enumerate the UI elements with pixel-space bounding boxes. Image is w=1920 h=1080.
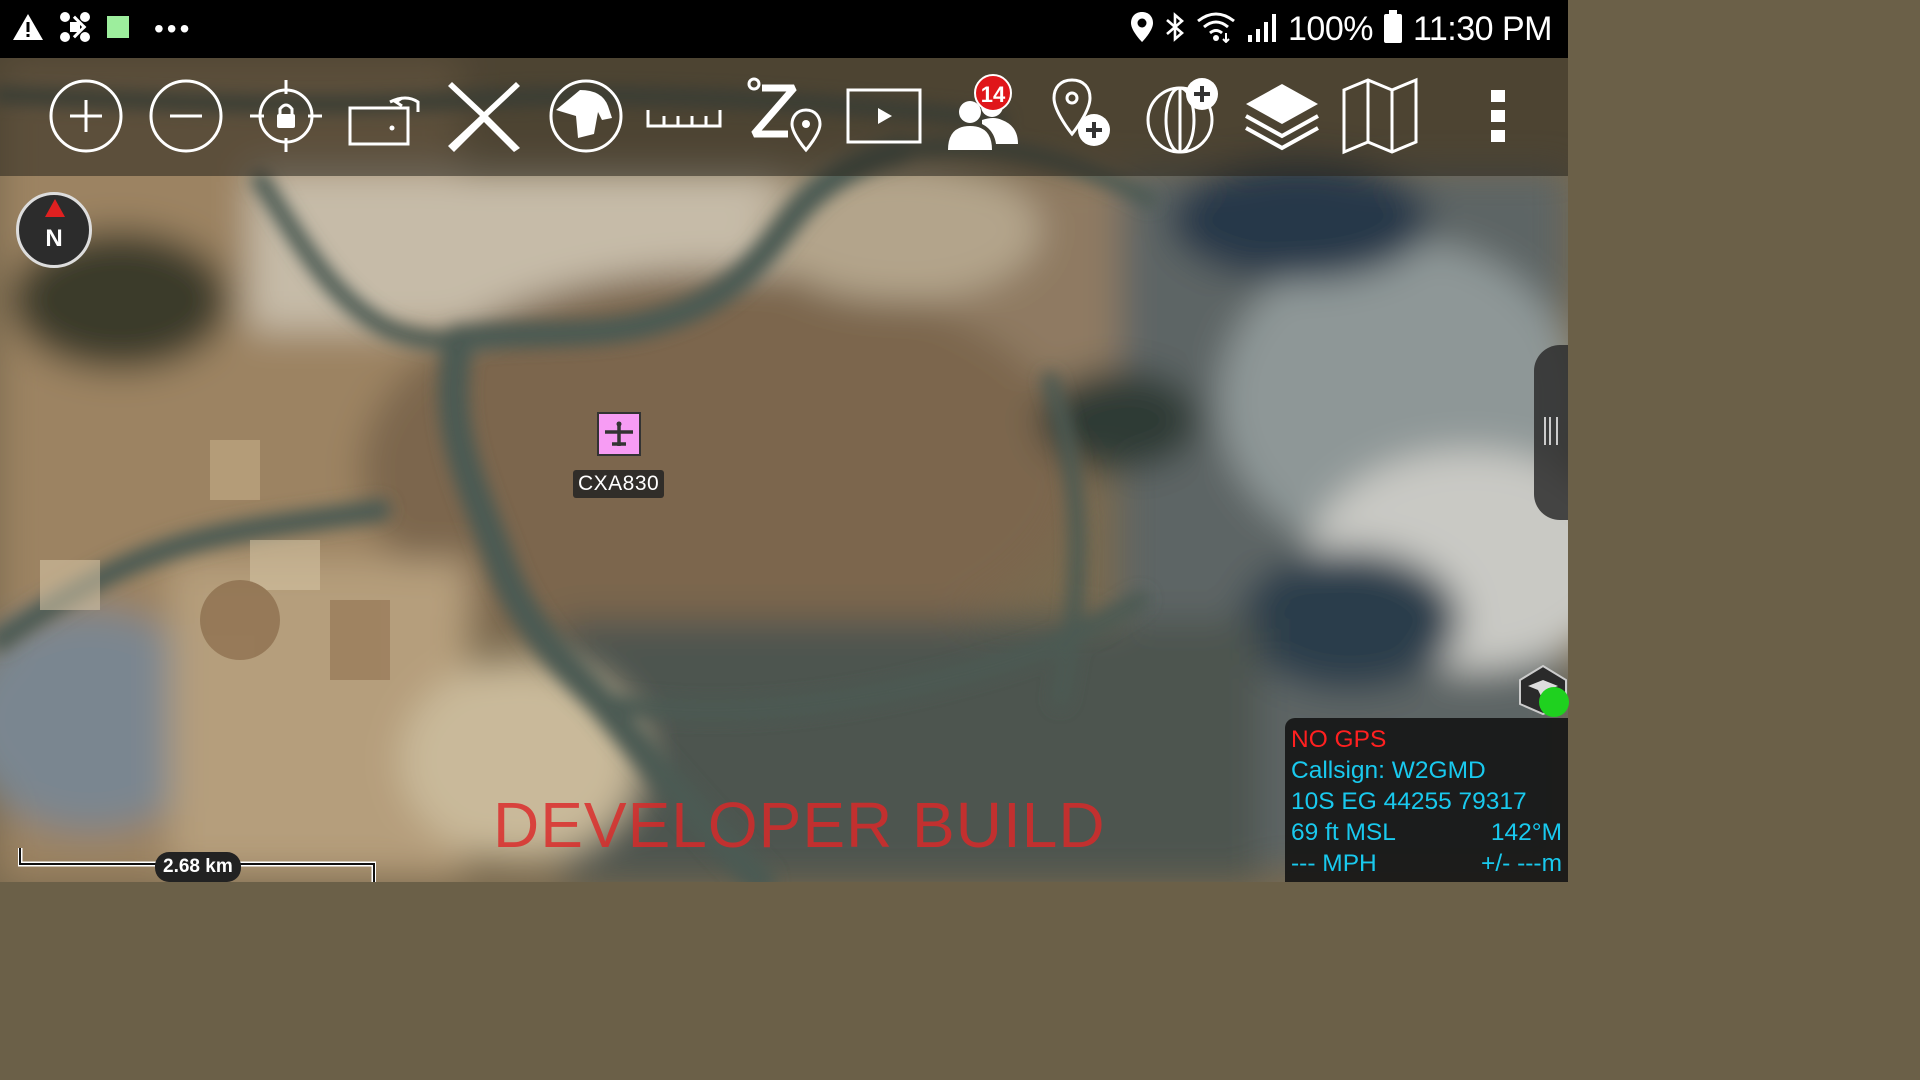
wifi-icon (1196, 11, 1236, 48)
battery-icon (1383, 9, 1403, 49)
measure-button[interactable] (644, 76, 724, 156)
contacts-button[interactable]: 14 (942, 74, 1022, 156)
drone-icon (58, 10, 92, 49)
battery-percent: 100% (1288, 9, 1373, 48)
add-overlay-button[interactable] (1142, 76, 1222, 156)
video-button[interactable] (844, 76, 924, 156)
bloodhound-icon (549, 79, 623, 153)
heading-text: 142°M (1490, 819, 1562, 846)
add-point-icon (1052, 78, 1110, 146)
compass-label: N (45, 225, 63, 252)
zoom-out-icon (149, 79, 223, 153)
contacts-badge: 14 (974, 74, 1012, 112)
layers-button[interactable] (1242, 76, 1322, 156)
gps-status: NO GPS (1291, 726, 1387, 753)
track-callsign-label[interactable]: CXA830 (573, 470, 665, 498)
warning-icon (12, 12, 44, 47)
go-to-button[interactable] (744, 76, 824, 156)
bluetooth-icon (1164, 11, 1186, 48)
developer-build-watermark: DEVELOPER BUILD (493, 789, 1106, 861)
status-right: 100% 11:30 PM (1130, 0, 1553, 58)
map-toolbar: 14 (0, 58, 1568, 176)
bloodhound-button[interactable] (546, 76, 626, 156)
drag-grip-icon (1544, 417, 1558, 445)
status-bar: ••• 100% 11:30 PM (0, 0, 1568, 58)
connection-status-indicator[interactable] (1539, 687, 1569, 717)
accuracy-text: +/- ---m (1481, 850, 1562, 877)
ruler-icon (646, 110, 722, 128)
video-play-icon (846, 88, 922, 144)
callsign-text: Callsign: W2GMD (1291, 757, 1486, 784)
self-location-panel[interactable]: NO GPS Callsign: W2GMD 10S EG 44255 7931… (1285, 718, 1568, 882)
altitude-text: 69 ft MSL (1291, 819, 1396, 846)
location-icon (1130, 11, 1154, 48)
aircraft-icon (605, 421, 633, 446)
zoom-in-button[interactable] (46, 76, 126, 156)
zoom-out-button[interactable] (146, 76, 226, 156)
overflow-menu-button[interactable] (1458, 76, 1538, 156)
signal-icon (1246, 11, 1278, 48)
compass-button[interactable]: N (16, 192, 92, 268)
lock-crosshair-icon (250, 80, 322, 152)
status-left: ••• (12, 0, 192, 58)
side-drawer-handle[interactable] (1534, 345, 1568, 520)
altitude-heading-row: 69 ft MSL 142°M (1291, 817, 1562, 848)
tools-icon (448, 82, 520, 152)
more-notifications-icon: ••• (154, 13, 193, 44)
speed-text: --- MPH (1291, 850, 1377, 877)
clock: 11:30 PM (1412, 9, 1553, 48)
go-to-point-icon (747, 77, 822, 153)
zoom-in-icon (49, 79, 123, 153)
tools-button[interactable] (444, 76, 524, 156)
scale-label: 2.68 km (155, 852, 241, 882)
mgrs-coordinates: 10S EG 44255 79317 (1291, 788, 1527, 815)
aircraft-track-marker[interactable] (597, 412, 641, 456)
rotate-map-button[interactable] (346, 76, 426, 156)
north-arrow-icon (45, 199, 65, 217)
speed-accuracy-row: --- MPH +/- ---m (1291, 848, 1562, 879)
more-vertical-icon (1491, 90, 1505, 142)
globe-add-icon (1146, 78, 1218, 154)
maps-button[interactable] (1340, 76, 1420, 156)
layers-icon (1245, 84, 1319, 151)
green-square-icon (106, 15, 130, 44)
lock-self-button[interactable] (246, 76, 326, 156)
rotate-lock-icon (348, 96, 420, 146)
add-point-button[interactable] (1044, 76, 1124, 156)
folded-map-icon (1342, 77, 1418, 155)
